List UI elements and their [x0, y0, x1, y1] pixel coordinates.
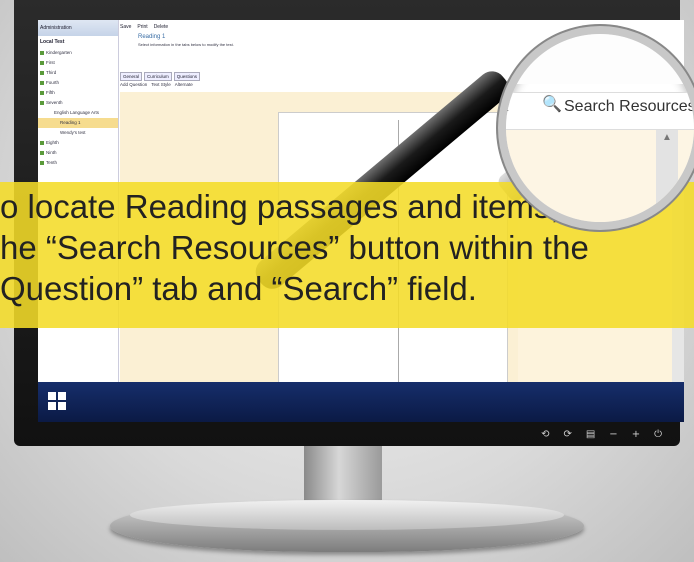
monitor-controls: ⟲ ⟳ ▤ − + ⏻	[541, 429, 662, 440]
record-title: Reading 1	[138, 34, 166, 40]
toolbar: Save Print Delete	[120, 24, 168, 34]
sidebar-item[interactable]: Fifth	[38, 88, 118, 98]
sidebar-item[interactable]: Eighth	[38, 138, 118, 148]
sidebar-item[interactable]: English Language Arts	[38, 108, 118, 118]
delete-button[interactable]: Delete	[154, 24, 168, 34]
magnifier-lens: Bank 🔍 Search Resources ▲	[498, 26, 694, 230]
save-button[interactable]: Save	[120, 24, 131, 34]
add-question-button[interactable]: Add Question	[120, 82, 147, 87]
sidebar-item[interactable]: Wendy's test	[38, 128, 118, 138]
monitor-button[interactable]: ⟳	[563, 429, 571, 440]
sidebar-item[interactable]: Kindergarten	[38, 48, 118, 58]
sidebar-title: Local Test	[40, 39, 65, 45]
tab-questions[interactable]: Questions	[173, 72, 201, 81]
text-style-label: Text Style	[151, 82, 171, 87]
monitor-base-top	[130, 500, 564, 530]
sidebar-header: Administration	[38, 20, 118, 36]
monitor-button[interactable]: −	[609, 429, 617, 440]
power-button[interactable]: ⏻	[654, 429, 662, 440]
monitor-button[interactable]: +	[632, 429, 640, 440]
search-icon[interactable]: 🔍	[542, 94, 562, 114]
sidebar-item[interactable]: Third	[38, 68, 118, 78]
tab-curriculum[interactable]: Curriculum	[144, 72, 172, 81]
sidebar-item[interactable]: Ninth	[38, 148, 118, 158]
lens-header	[506, 34, 694, 84]
scroll-up-arrow-icon[interactable]: ▲	[662, 132, 672, 143]
sidebar-item[interactable]: Seventh	[38, 98, 118, 108]
record-subtitle: Select information in the tabs below to …	[138, 42, 234, 47]
sidebar-item-selected[interactable]: Reading 1	[38, 118, 118, 128]
search-resources-button[interactable]: Search Resources	[564, 98, 694, 116]
tab-general[interactable]: General	[120, 72, 143, 81]
lens-scrollbar[interactable]	[656, 130, 678, 222]
sidebar-item[interactable]: First	[38, 58, 118, 68]
question-toolbar: Add Question Text Style Alternate	[120, 82, 193, 87]
tab-bar: General Curriculum Questions	[120, 72, 201, 81]
callout-line: he “Search Resources” button within the	[0, 229, 589, 266]
alternate-button[interactable]: Alternate	[175, 82, 193, 87]
sidebar-item[interactable]: Tenth	[38, 158, 118, 168]
print-button[interactable]: Print	[137, 24, 147, 34]
callout-line: Question” tab and “Search” field.	[0, 270, 477, 307]
sidebar-item[interactable]: Fourth	[38, 78, 118, 88]
taskbar	[38, 382, 684, 422]
windows-start-icon[interactable]	[48, 392, 66, 410]
monitor-button[interactable]: ▤	[586, 429, 595, 440]
monitor-button[interactable]: ⟲	[541, 429, 549, 440]
